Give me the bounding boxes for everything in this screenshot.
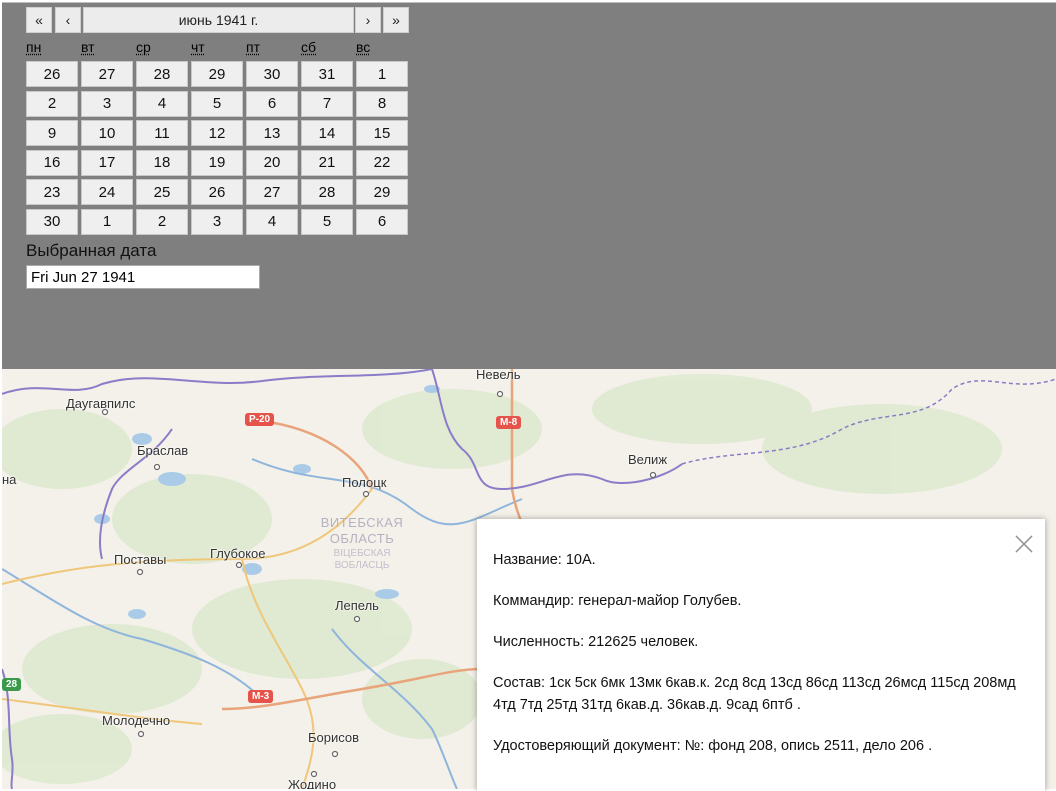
selected-date-input[interactable] — [26, 265, 260, 289]
city-polotsk: Полоцк — [342, 475, 387, 490]
calendar-day[interactable]: 3 — [81, 90, 133, 117]
calendar-panel: « ‹ июнь 1941 г. › » пн вт ср чт пт сб вс 26 27… — [2, 2, 1056, 370]
road-sign-m8: М-8 — [496, 416, 522, 429]
weekday-label: пт — [246, 39, 260, 55]
calendar-day[interactable]: 29 — [191, 61, 243, 87]
calendar-day[interactable]: 3 — [191, 208, 243, 235]
calendar-day[interactable]: 15 — [356, 120, 408, 146]
region-label-ru: ВИТЕБСКАЯ ОБЛАСТЬ — [320, 515, 404, 546]
calendar-day[interactable]: 14 — [301, 120, 353, 146]
city-glubokoe: Глубокое — [210, 546, 266, 561]
city-molodechno: Молодечно — [102, 713, 171, 728]
popup-commander: Коммандир: генерал-майор Голубев. — [493, 593, 742, 609]
map-edge-label: на — [2, 472, 17, 487]
weekday-label: чт — [191, 39, 205, 55]
selected-date-label: Выбранная дата — [26, 241, 157, 260]
calendar-day[interactable]: 16 — [26, 149, 78, 176]
popup-strength: Численность: 212625 человек. — [493, 634, 699, 650]
calendar-day[interactable]: 22 — [356, 149, 408, 176]
road-sign-28: 28 — [2, 678, 22, 691]
popup-name: Название: 10А. — [493, 552, 596, 568]
info-popup: Название: 10А. Коммандир: генерал-майор … — [477, 519, 1045, 791]
calendar-day[interactable]: 23 — [26, 179, 78, 205]
city-zhodino: Жодино — [288, 777, 337, 789]
calendar-day[interactable]: 11 — [136, 120, 188, 146]
city-braslav: Браслав — [137, 443, 189, 458]
road-sign-r20: Р-20 — [245, 413, 275, 426]
weekday-label: пн — [26, 39, 42, 55]
weekday-label: вс — [356, 39, 371, 55]
calendar-day[interactable]: 5 — [191, 90, 243, 117]
calendar-day[interactable]: 17 — [81, 149, 133, 176]
calendar-day[interactable]: 2 — [136, 208, 188, 235]
next-year-button[interactable]: » — [383, 7, 409, 33]
calendar-day[interactable]: 2 — [26, 90, 78, 117]
calendar-day[interactable]: 1 — [356, 61, 408, 87]
calendar-day[interactable]: 31 — [301, 61, 353, 87]
calendar-day[interactable]: 20 — [246, 149, 298, 176]
calendar-day[interactable]: 4 — [136, 90, 188, 117]
calendar-day[interactable]: 29 — [356, 179, 408, 205]
calendar-day[interactable]: 4 — [246, 208, 298, 235]
prev-month-button[interactable]: ‹ — [55, 7, 81, 33]
calendar-day[interactable]: 8 — [356, 90, 408, 117]
close-icon[interactable] — [1013, 533, 1035, 555]
calendar-day[interactable]: 18 — [136, 149, 188, 176]
calendar-day[interactable]: 21 — [301, 149, 353, 176]
city-daugavpils: Даугавпилс — [66, 396, 136, 411]
prev-year-button[interactable]: « — [26, 7, 52, 33]
calendar-day[interactable]: 19 — [191, 149, 243, 176]
weekday-label: сб — [301, 39, 317, 55]
calendar-day[interactable]: 30 — [26, 208, 78, 235]
city-velizh: Велиж — [628, 452, 668, 467]
region-label-by: ВІЦЕБСКАЯ ВОБЛАСЦЬ — [333, 548, 391, 571]
calendar-day[interactable]: 28 — [301, 179, 353, 205]
calendar-day[interactable]: 7 — [301, 90, 353, 117]
city-lepel: Лепель — [335, 598, 379, 613]
weekday-label: ср — [136, 39, 151, 55]
calendar-day[interactable]: 5 — [301, 208, 353, 235]
calendar-day[interactable]: 1 — [81, 208, 133, 235]
next-month-button[interactable]: › — [355, 7, 381, 33]
calendar-day[interactable]: 27 — [246, 179, 298, 205]
city-nevel: Невель — [476, 369, 521, 382]
calendar-day[interactable]: 24 — [81, 179, 133, 205]
calendar-day[interactable]: 30 — [246, 61, 298, 87]
calendar-day[interactable]: 26 — [26, 61, 78, 87]
calendar-day[interactable]: 27 — [81, 61, 133, 87]
popup-composition: Состав: 1ск 5ск 6мк 13мк 6кав.к. 2сд 8сд… — [493, 675, 1016, 713]
calendar-day[interactable]: 28 — [136, 61, 188, 87]
city-postavy: Поставы — [114, 552, 167, 567]
calendar-day[interactable]: 13 — [246, 120, 298, 146]
popup-document: Удостоверяющий документ: №: фонд 208, оп… — [493, 738, 933, 754]
calendar-day[interactable]: 25 — [136, 179, 188, 205]
calendar-day[interactable]: 26 — [191, 179, 243, 205]
month-title-button[interactable]: июнь 1941 г. — [83, 7, 354, 33]
weekday-label: вт — [81, 39, 95, 55]
road-sign-m3: М-3 — [248, 690, 274, 703]
calendar-day[interactable]: 6 — [246, 90, 298, 117]
calendar-day[interactable]: 10 — [81, 120, 133, 146]
calendar-day[interactable]: 6 — [356, 208, 408, 235]
calendar-day[interactable]: 9 — [26, 120, 78, 146]
calendar-day[interactable]: 12 — [191, 120, 243, 146]
city-borisov: Борисов — [308, 730, 360, 745]
